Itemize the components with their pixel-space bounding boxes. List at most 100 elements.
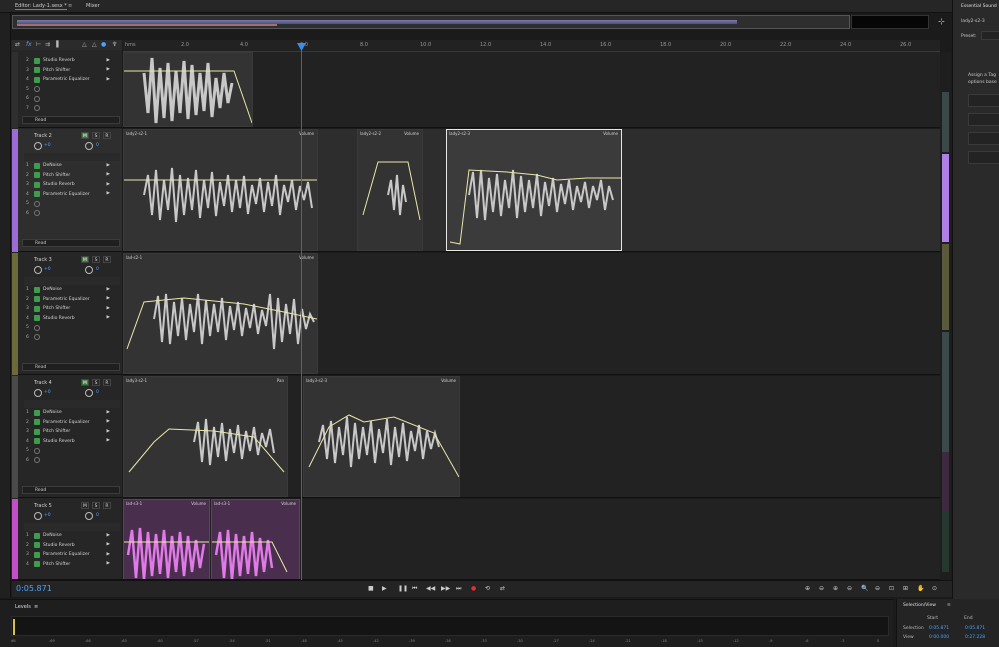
- track-lane-3[interactable]: lad-s2-1 Volume: [123, 253, 940, 375]
- fast-forward-button[interactable]: ▶▶: [441, 585, 450, 592]
- effect-slot[interactable]: 1 DeNoise ▶: [24, 161, 120, 171]
- zoom-out-amplitude-icon[interactable]: ⊖: [819, 585, 824, 592]
- audio-clip[interactable]: [123, 52, 253, 127]
- solo-button[interactable]: S: [92, 502, 100, 509]
- audio-clip[interactable]: lad-s3-1 Volume: [211, 499, 300, 579]
- play-button[interactable]: ▶: [382, 585, 387, 592]
- record-arm-button[interactable]: R: [103, 132, 111, 139]
- zoom-selection-icon[interactable]: ⊡: [889, 585, 894, 592]
- fx-power-row[interactable]: [24, 277, 120, 285]
- automation-mode-select[interactable]: Read: [22, 363, 120, 371]
- effect-slot[interactable]: 4 Pitch Shifter ▶: [24, 560, 120, 570]
- meter-icon[interactable]: ▐: [54, 41, 59, 48]
- audio-clip[interactable]: lad-s3-1 Volume: [123, 499, 210, 579]
- effect-slot[interactable]: 1 DeNoise ▶: [24, 408, 120, 418]
- automation-mode-select[interactable]: Read: [22, 239, 120, 247]
- tab-mixer[interactable]: Mixer: [86, 3, 100, 9]
- volume-knob[interactable]: [34, 266, 42, 274]
- effect-slot[interactable]: 2 Studio Reverb ▶: [24, 541, 120, 551]
- track-lane-2[interactable]: lady2-s2-1 Volume lady2-s2-2 Volume lady…: [123, 129, 940, 252]
- effect-slot[interactable]: 1 DeNoise ▶: [24, 285, 120, 295]
- tag-button-music[interactable]: [968, 113, 999, 126]
- zoom-in-amplitude-icon[interactable]: ⊕: [805, 585, 810, 592]
- hand-tool-icon[interactable]: ✋: [917, 585, 924, 592]
- record-button[interactable]: ●: [471, 585, 476, 592]
- audio-clip[interactable]: lady3-s2-3 Volume: [303, 376, 460, 497]
- tab-menu-icon[interactable]: ≡: [68, 3, 72, 9]
- effect-slot[interactable]: 1 DeNoise ▶: [24, 531, 120, 541]
- effect-slot[interactable]: 5: [24, 199, 120, 209]
- zoom-in-icon[interactable]: 🔍: [861, 585, 868, 592]
- move-to-end-button[interactable]: ⏭: [456, 585, 461, 593]
- stop-button[interactable]: ■: [368, 585, 374, 592]
- mute-button[interactable]: M: [81, 502, 89, 509]
- swap-icon[interactable]: ⇄: [15, 41, 20, 48]
- preset-dropdown[interactable]: [981, 31, 999, 40]
- effect-slot[interactable]: 5: [24, 446, 120, 456]
- effect-slot[interactable]: 2 Studio Reverb ▶: [24, 56, 120, 66]
- timeline-ruler[interactable]: hms 2.0 4.0 6.0 8.0 10.0 12.0 14.0 16.0 …: [123, 40, 940, 52]
- zoom-navigator-icon[interactable]: ⊹: [936, 17, 947, 27]
- effect-slot[interactable]: 5: [24, 85, 120, 95]
- pan-value[interactable]: 0: [96, 390, 99, 395]
- pause-button[interactable]: ❚❚: [398, 585, 408, 592]
- rewind-button[interactable]: ◀◀: [426, 585, 435, 592]
- loop-button[interactable]: ⟲: [485, 585, 490, 592]
- solo-button[interactable]: S: [92, 379, 100, 386]
- pan-knob[interactable]: [85, 142, 93, 150]
- record-arm-button[interactable]: R: [103, 256, 111, 263]
- audio-clip[interactable]: lady2-s2-1 Volume: [123, 129, 318, 251]
- sends-icon[interactable]: ⊢: [36, 41, 41, 48]
- mic-icon[interactable]: ♆: [112, 41, 117, 48]
- audio-clip[interactable]: lad-s2-1 Volume: [123, 253, 318, 374]
- pan-value[interactable]: 0: [96, 143, 99, 148]
- fx-toggle[interactable]: fx: [26, 41, 32, 48]
- eq-icon[interactable]: ⇉: [45, 41, 50, 48]
- effect-slot[interactable]: 6: [24, 209, 120, 219]
- current-time[interactable]: 0:05.871: [16, 584, 52, 593]
- selection-view-menu-icon[interactable]: ≡: [947, 603, 951, 608]
- record-arm-button[interactable]: R: [103, 379, 111, 386]
- audio-clip-selected[interactable]: lady2-s2-3 Volume: [446, 129, 622, 251]
- track-name[interactable]: Track 3: [34, 257, 52, 263]
- zoom-out-icon[interactable]: ⊖: [875, 585, 880, 592]
- playhead-line[interactable]: [301, 45, 302, 580]
- track-name[interactable]: Track 5: [34, 503, 52, 509]
- volume-knob[interactable]: [34, 389, 42, 397]
- solo-button[interactable]: S: [92, 132, 100, 139]
- tag-button-dialogue[interactable]: [968, 94, 999, 107]
- effect-slot[interactable]: 4 Studio Reverb ▶: [24, 437, 120, 447]
- fx-power-row[interactable]: [24, 400, 120, 408]
- automation-mode-select[interactable]: Read: [22, 486, 120, 494]
- effect-slot[interactable]: 6: [24, 333, 120, 343]
- tag-button-sfx[interactable]: [968, 132, 999, 145]
- effect-slot[interactable]: 3 Pitch Shifter ▶: [24, 427, 120, 437]
- track-lane-4[interactable]: lady3-s2-1 Pan lady3-s2-3 Volume: [123, 376, 940, 498]
- zoom-tool-icon[interactable]: ⊙: [932, 585, 937, 592]
- effect-slot[interactable]: 5: [24, 323, 120, 333]
- effect-slot[interactable]: 2 Parametric Equalizer ▶: [24, 418, 120, 428]
- headphone-icon[interactable]: ●: [101, 41, 106, 48]
- effect-slot[interactable]: 6: [24, 456, 120, 466]
- automation-mode-select[interactable]: Read: [22, 116, 120, 124]
- pan-knob[interactable]: [85, 389, 93, 397]
- move-to-start-button[interactable]: ⏮: [412, 585, 417, 593]
- pan-knob[interactable]: [85, 266, 93, 274]
- effect-slot[interactable]: 6: [24, 94, 120, 104]
- mute-button[interactable]: M: [81, 256, 89, 263]
- tab-editor[interactable]: Editor: Lady-1.sesx *: [15, 3, 67, 10]
- pan-value[interactable]: 0: [96, 267, 99, 272]
- view-start[interactable]: 0:00.000: [929, 635, 949, 640]
- track-color-scroll-strip[interactable]: [940, 52, 951, 580]
- audio-clip[interactable]: lady2-s2-2 Volume: [357, 129, 423, 251]
- zoom-out-time-icon[interactable]: ⊖: [847, 585, 852, 592]
- effect-slot[interactable]: 4 Studio Reverb ▶: [24, 314, 120, 324]
- effect-slot[interactable]: 4 Parametric Equalizer ▶: [24, 190, 120, 200]
- effect-slot[interactable]: 3 Pitch Shifter ▶: [24, 66, 120, 76]
- skip-button[interactable]: ⇄: [500, 585, 505, 592]
- effect-slot[interactable]: 3 Studio Reverb ▶: [24, 180, 120, 190]
- selection-start[interactable]: 0:05.871: [929, 626, 949, 631]
- pan-knob[interactable]: [85, 512, 93, 520]
- effect-slot[interactable]: 7: [24, 104, 120, 114]
- selection-end[interactable]: 0:05.871: [965, 626, 985, 631]
